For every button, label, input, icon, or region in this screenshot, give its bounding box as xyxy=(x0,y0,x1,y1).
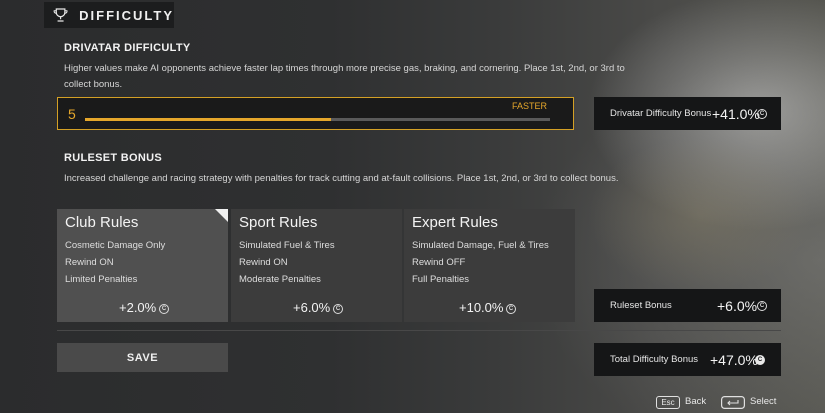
trophy-icon xyxy=(53,8,68,22)
selected-corner-icon xyxy=(215,209,228,222)
select-label: Select xyxy=(750,396,777,407)
ruleset-card-expert[interactable]: Expert Rules Simulated Damage, Fuel & Ti… xyxy=(404,209,575,322)
total-bonus-label: Total Difficulty Bonus xyxy=(610,354,699,365)
ruleset-card-sport[interactable]: Sport Rules Simulated Fuel & Tires Rewin… xyxy=(231,209,402,322)
ruleset-bonus-value: +6.0% xyxy=(717,297,758,314)
ruleset-card-club[interactable]: Club Rules Cosmetic Damage Only Rewind O… xyxy=(57,209,228,322)
credit-icon: C xyxy=(333,304,343,314)
card-feature: Rewind ON xyxy=(239,257,288,268)
card-feature: Limited Penalties xyxy=(65,274,138,285)
ruleset-bonus-label: Ruleset Bonus xyxy=(610,300,672,311)
card-bonus-value: +2.0% xyxy=(119,300,157,315)
card-title: Sport Rules xyxy=(239,214,318,231)
credit-icon: C xyxy=(757,300,767,311)
credit-icon: C xyxy=(159,304,169,314)
ruleset-bonus-box: Ruleset Bonus +6.0% C xyxy=(594,289,781,322)
slider-value: 5 xyxy=(68,106,76,122)
back-hint[interactable]: Esc Back xyxy=(656,395,726,410)
enter-key-icon xyxy=(721,396,745,409)
drivatar-description-line2: collect bonus. xyxy=(64,79,123,90)
esc-key-icon: Esc xyxy=(656,396,680,409)
card-title: Club Rules xyxy=(65,214,139,231)
drivatar-heading: DRIVATAR DIFFICULTY xyxy=(64,42,191,54)
divider xyxy=(57,330,781,331)
card-bonus-value: +6.0% xyxy=(293,300,331,315)
page-title: DIFFICULTY xyxy=(79,7,174,23)
card-feature: Full Penalties xyxy=(412,274,470,285)
total-bonus-box: Total Difficulty Bonus +47.0% C xyxy=(594,343,781,376)
slider-track[interactable] xyxy=(85,118,550,121)
card-title: Expert Rules xyxy=(412,214,498,231)
drivatar-difficulty-slider[interactable]: 5 FASTER xyxy=(57,97,574,130)
ruleset-description: Increased challenge and racing strategy … xyxy=(64,173,619,184)
card-feature: Simulated Damage, Fuel & Tires xyxy=(412,240,549,251)
card-feature: Cosmetic Damage Only xyxy=(65,240,166,251)
card-feature: Rewind ON xyxy=(65,257,114,268)
slider-faster-label: FASTER xyxy=(511,101,547,111)
drivatar-bonus-label: Drivatar Difficulty Bonus xyxy=(610,108,712,119)
drivatar-description-line1: Higher values make AI opponents achieve … xyxy=(64,63,625,74)
card-feature: Rewind OFF xyxy=(412,257,466,268)
total-bonus-value: +47.0% xyxy=(710,351,758,368)
credit-icon: C xyxy=(506,304,516,314)
credit-icon: C xyxy=(757,108,767,119)
card-feature: Moderate Penalties xyxy=(239,274,321,285)
slider-fill xyxy=(85,118,332,121)
credit-icon: C xyxy=(755,354,765,365)
back-label: Back xyxy=(685,396,707,407)
screen-title-bar: DIFFICULTY xyxy=(44,2,174,28)
drivatar-bonus-box: Drivatar Difficulty Bonus +41.0% C xyxy=(594,97,781,130)
card-bonus-value: +10.0% xyxy=(459,300,504,315)
select-hint[interactable]: Select xyxy=(721,395,781,410)
drivatar-bonus-value: +41.0% xyxy=(712,105,760,122)
card-feature: Simulated Fuel & Tires xyxy=(239,240,335,251)
ruleset-heading: RULESET BONUS xyxy=(64,152,163,164)
save-button[interactable]: SAVE xyxy=(57,343,228,372)
